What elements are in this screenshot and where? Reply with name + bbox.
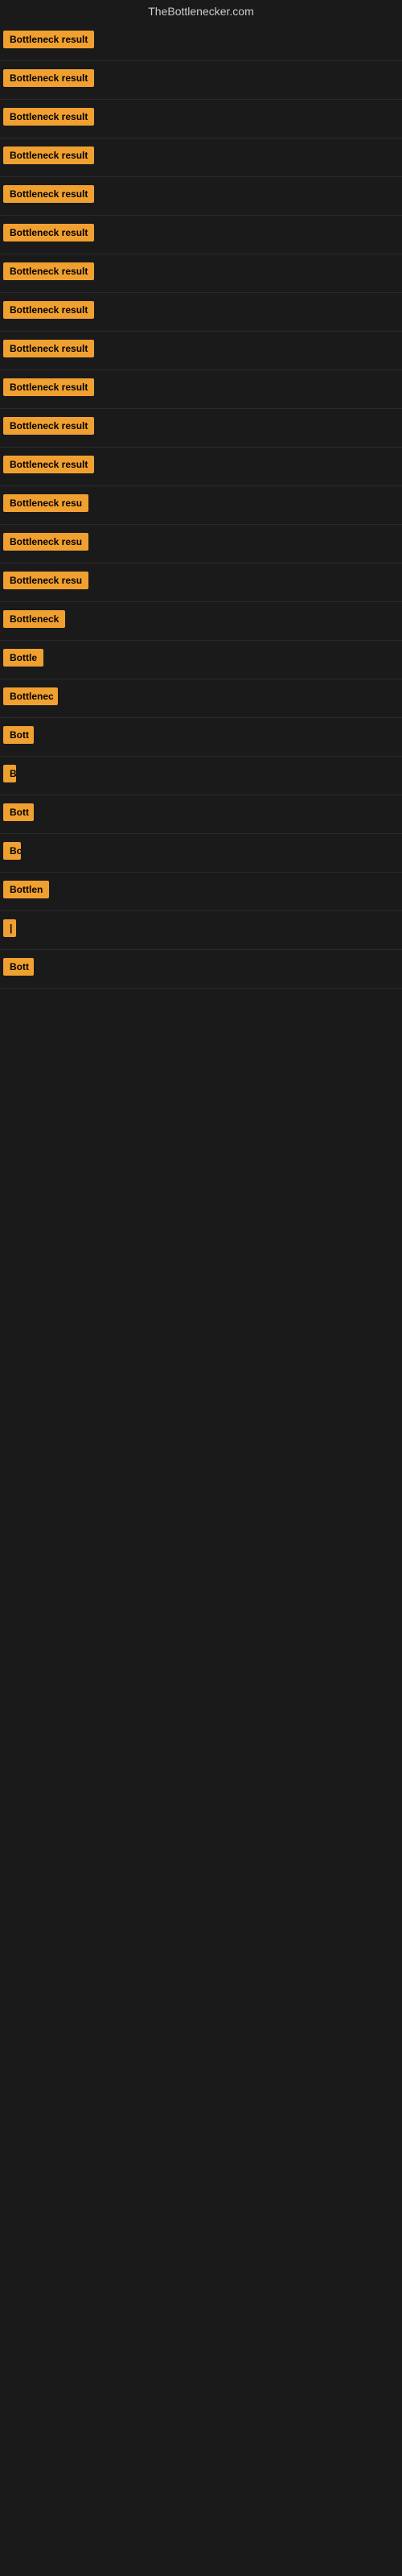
result-row: Bottleneck result [0,177,402,216]
bottleneck-badge[interactable]: Bottleneck result [3,378,94,396]
result-row: Bottleneck result [0,409,402,448]
result-row: Bottle [0,641,402,679]
bottleneck-badge[interactable]: Bott [3,958,34,976]
bottleneck-badge[interactable]: Bottleneck result [3,31,94,48]
result-row: Bottleneck [0,602,402,641]
result-row: Bottleneck result [0,254,402,293]
bottleneck-badge[interactable]: Bottleneck resu [3,494,88,512]
bottleneck-badge[interactable]: B [3,765,16,782]
bottleneck-badge[interactable]: Bottleneck result [3,69,94,87]
result-row: Bottleneck result [0,100,402,138]
bottleneck-badge[interactable]: Bottleneck result [3,147,94,164]
site-title: TheBottlenecker.com [0,0,402,23]
result-row: Bottleneck result [0,293,402,332]
bottleneck-badge[interactable]: Bottleneck result [3,456,94,473]
bottleneck-badge[interactable]: Bottleneck result [3,340,94,357]
result-row: Bottleneck result [0,138,402,177]
bottleneck-badge[interactable]: Bottleneck [3,610,65,628]
bottleneck-badge[interactable]: Bottleneck result [3,108,94,126]
bottleneck-badge[interactable]: Bottleneck result [3,185,94,203]
result-row: Bottleneck resu [0,564,402,602]
result-row: Bottleneck resu [0,486,402,525]
result-row: Bottleneck resu [0,525,402,564]
result-row: Bo [0,834,402,873]
result-row: Bottlen [0,873,402,911]
result-row: Bottleneck result [0,216,402,254]
bottleneck-badge[interactable]: Bott [3,803,34,821]
bottleneck-badge[interactable]: Bottleneck result [3,301,94,319]
result-row: | [0,911,402,950]
result-row: Bottleneck result [0,332,402,370]
bottleneck-badge[interactable]: Bott [3,726,34,744]
result-row: Bottleneck result [0,23,402,61]
result-row: Bott [0,718,402,757]
result-row: B [0,757,402,795]
result-row: Bottleneck result [0,448,402,486]
bottleneck-badge[interactable]: Bottlenec [3,687,58,705]
result-row: Bott [0,795,402,834]
bottleneck-badge[interactable]: | [3,919,16,937]
result-row: Bottlenec [0,679,402,718]
bottleneck-badge[interactable]: Bottleneck resu [3,572,88,589]
result-row: Bottleneck result [0,61,402,100]
bottleneck-badge[interactable]: Bottleneck result [3,262,94,280]
result-row: Bott [0,950,402,989]
bottleneck-badge[interactable]: Bottleneck resu [3,533,88,551]
bottleneck-badge[interactable]: Bottlen [3,881,49,898]
bottleneck-badge[interactable]: Bottleneck result [3,417,94,435]
bottleneck-badge[interactable]: Bottleneck result [3,224,94,242]
bottleneck-badge[interactable]: Bottle [3,649,43,667]
result-row: Bottleneck result [0,370,402,409]
bottleneck-badge[interactable]: Bo [3,842,21,860]
